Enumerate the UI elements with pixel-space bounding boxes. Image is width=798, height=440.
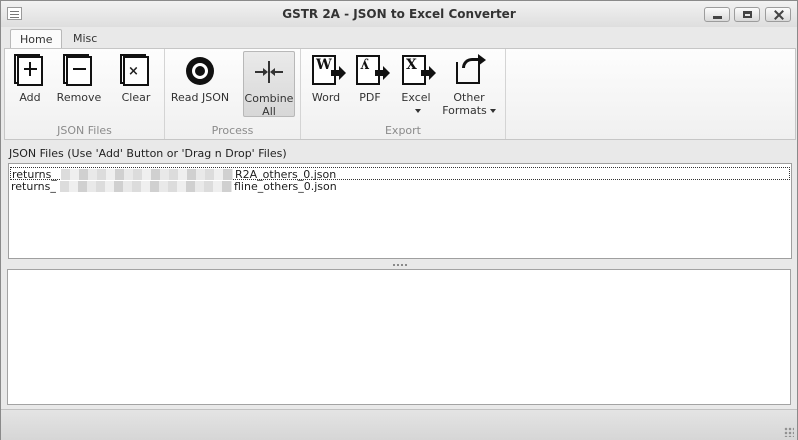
group-process: Read JSON Combine All Process [165, 49, 301, 139]
window-title: GSTR 2A - JSON to Excel Converter [282, 7, 516, 21]
maximize-icon [735, 8, 759, 21]
excel-label: Excel [401, 91, 431, 104]
chevron-down-icon [414, 109, 421, 113]
close-button[interactable] [765, 7, 791, 22]
pdf-export-button[interactable]: ʎ PDF [349, 51, 391, 117]
pdf-label: PDF [359, 91, 381, 104]
tab-misc[interactable]: Misc [64, 29, 106, 49]
file-name-suffix: fline_others_0.json [234, 180, 337, 193]
other-formats-label-line1: Other [453, 91, 485, 104]
share-export-icon [452, 54, 486, 88]
ribbon-home: Add Remove × Clear JSON Files Read JSON [4, 48, 796, 140]
app-window: GSTR 2A - JSON to Excel Converter Home M… [0, 0, 798, 440]
combine-all-label-line1: Combine [244, 92, 294, 105]
title-bar[interactable]: GSTR 2A - JSON to Excel Converter [1, 1, 797, 27]
word-export-button[interactable]: W Word [305, 51, 347, 117]
clear-button-label: Clear [121, 91, 151, 104]
refresh-icon [183, 54, 217, 88]
redacted-region [60, 181, 232, 192]
add-file-icon [13, 54, 47, 88]
word-export-icon: W [309, 54, 346, 88]
excel-dropdown-arrow[interactable] [395, 104, 437, 117]
redacted-region [61, 169, 233, 180]
json-files-header: JSON Files (Use 'Add' Button or 'Drag n … [9, 147, 287, 160]
json-file-list[interactable]: returns_ R2A_others_0.json returns_ flin… [8, 163, 792, 259]
panel-splitter[interactable] [1, 261, 797, 269]
group-export: W Word ʎ PDF X Excel Other Formats Expor… [301, 49, 506, 139]
other-formats-label-line2: Formats [441, 104, 497, 117]
combine-all-label-line2: All [262, 105, 276, 118]
remove-file-icon [62, 54, 96, 88]
file-name-prefix: returns_ [11, 180, 56, 193]
excel-export-button[interactable]: X Excel [395, 51, 437, 117]
add-button-label: Add [19, 91, 41, 104]
read-json-button[interactable]: Read JSON [169, 51, 231, 117]
read-json-label: Read JSON [170, 91, 230, 104]
status-bar [1, 409, 797, 440]
combine-all-button[interactable]: Combine All [243, 51, 295, 118]
clear-button[interactable]: × Clear [114, 51, 158, 117]
other-formats-button[interactable]: Other Formats [441, 51, 497, 117]
minimize-icon [705, 8, 729, 21]
list-item[interactable]: returns_ R2A_others_0.json [10, 167, 790, 181]
add-button[interactable]: Add [9, 51, 51, 117]
splitter-grip-icon [393, 264, 407, 268]
remove-button-label: Remove [56, 91, 102, 104]
output-panel[interactable] [7, 269, 791, 405]
tab-home[interactable]: Home [10, 29, 63, 50]
minimize-button[interactable] [704, 7, 730, 22]
group-label-json-files: JSON Files [57, 124, 112, 137]
group-label-process: Process [211, 124, 254, 137]
group-label-export: Export [384, 124, 421, 137]
excel-export-icon: X [399, 54, 436, 88]
list-item[interactable]: returns_ fline_others_0.json [10, 180, 790, 193]
close-icon [766, 8, 790, 21]
remove-button[interactable]: Remove [53, 51, 105, 117]
pdf-export-icon: ʎ [353, 54, 390, 88]
word-label: Word [311, 91, 341, 104]
group-json-files: Add Remove × Clear JSON Files [5, 49, 165, 139]
resize-grip-icon[interactable] [784, 427, 794, 437]
maximize-button[interactable] [734, 7, 760, 22]
combine-icon [252, 55, 286, 89]
chevron-down-icon [489, 109, 496, 113]
ribbon-tabs: Home Misc [1, 27, 797, 50]
clear-list-icon: × [119, 54, 153, 88]
